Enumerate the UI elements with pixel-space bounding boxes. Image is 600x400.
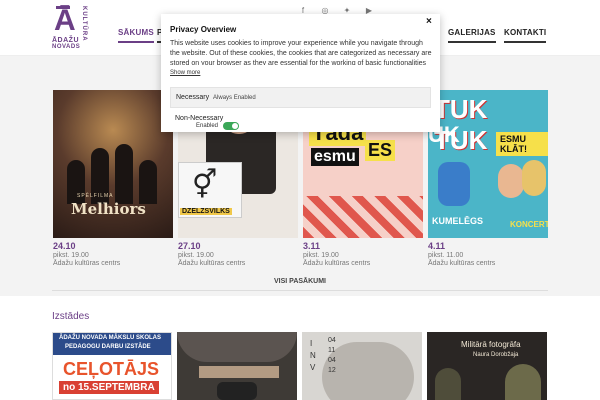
exhibition-face <box>199 366 279 378</box>
privacy-title: Privacy Overview <box>170 25 237 34</box>
necessary-status: Always Enabled <box>213 95 256 101</box>
event-venue: Ādažu kultūras centrs <box>428 260 496 267</box>
event-venue: Ādažu kultūras centrs <box>178 260 246 267</box>
exhibition-date: no 15.SEPTEMBRA <box>59 381 159 394</box>
poster-person <box>522 160 546 196</box>
non-necessary-toggle[interactable] <box>223 122 239 130</box>
all-events-link[interactable]: VISI PASĀKUMI <box>0 278 600 285</box>
logo-letter: Ā <box>54 4 76 37</box>
number: 12 <box>328 367 336 374</box>
poster-title: Melhiors <box>71 200 146 218</box>
event-venue: Ādažu kultūras centrs <box>53 260 121 267</box>
show-more-link[interactable]: Show more <box>170 70 200 76</box>
exhibition-author: Naura Dorobžaja <box>473 352 519 358</box>
site-logo[interactable]: Ā KULTŪRA ĀDAŽU NOVADS <box>52 4 104 50</box>
letter: V <box>310 363 316 372</box>
exhibition-bar-text-1: ĀDAŽU NOVADA MĀKSLU SKOLAS <box>59 335 161 341</box>
exhibition-card[interactable]: ĀDAŽU NOVADA MĀKSLU SKOLAS PEDAGOGU DARB… <box>52 332 172 400</box>
nav-galleries[interactable]: GALERIJAS <box>448 28 496 43</box>
poster-character <box>438 162 470 206</box>
event-poster[interactable]: TUK TUK UK ESMU KLĀT! KUMELĒGS KONCERT <box>428 90 548 238</box>
privacy-text: This website uses cookies to improve you… <box>170 40 432 65</box>
logo-line-2: NOVADS <box>52 44 81 50</box>
exhibitions-title: Izstādes <box>52 311 90 322</box>
necessary-label: Necessary Always Enabled <box>176 94 256 101</box>
poster-person <box>498 164 524 198</box>
poster-stripe <box>303 196 423 238</box>
exhibition-title: CEĻOTĀJS <box>63 359 160 379</box>
poster-symbol: ⚥ <box>192 169 218 200</box>
event-time: pikst. 19.00 <box>303 252 339 259</box>
event-time: pikst. 19.00 <box>53 252 89 259</box>
exhibition-figure <box>435 368 461 400</box>
exhibition-gear <box>217 382 257 400</box>
event-poster[interactable]: SPĒLFILMA Melhiors <box>53 90 173 238</box>
poster-title: DZELZSVILKS <box>180 208 232 215</box>
event-venue: Ādažu kultūras centrs <box>303 260 371 267</box>
event-card[interactable]: TUK TUK UK ESMU KLĀT! KUMELĒGS KONCERT 4… <box>428 90 548 267</box>
event-time: pikst. 19.00 <box>178 252 214 259</box>
exhibition-letters: I N V <box>310 338 316 374</box>
exhibition-numbers: 04 11 04 12 <box>328 336 336 376</box>
event-card[interactable]: SPĒLFILMA Melhiors 24.10 pikst. 19.00 Ād… <box>53 90 173 267</box>
non-necessary-label: Non-Necessary <box>175 115 224 122</box>
letter: N <box>310 351 316 360</box>
necessary-cookies-accordion[interactable]: Necessary Always Enabled <box>170 87 431 108</box>
poster-footer: KUMELĒGS <box>432 216 484 226</box>
non-necessary-status: Enabled <box>196 123 219 129</box>
logo-line-1: ĀDAŽU <box>52 37 79 44</box>
nav-home[interactable]: SĀKUMS <box>118 28 154 43</box>
poster-title-2: ES <box>365 140 396 161</box>
exhibition-bar-text-2: PEDAGOGU DARBU IZSTĀDE <box>65 344 151 350</box>
poster-concert: KONCERT <box>510 220 548 229</box>
necessary-title: Necessary <box>176 94 210 101</box>
exhibition-helmet <box>177 332 297 362</box>
number: 11 <box>328 347 336 354</box>
poster-figure <box>115 144 133 204</box>
logo-vertical-text: KULTŪRA <box>81 6 87 42</box>
poster-figure <box>139 160 157 204</box>
event-date: 4.11 <box>428 241 446 251</box>
exhibition-card[interactable] <box>177 332 297 400</box>
event-time: pikst. 11.00 <box>428 252 464 259</box>
exhibition-card[interactable]: Militārā fotogrāfa Naura Dorobžaja <box>427 332 547 400</box>
close-icon[interactable]: × <box>426 16 432 27</box>
poster-title-3: esmu <box>311 148 359 166</box>
number: 04 <box>328 337 336 344</box>
event-date: 27.10 <box>178 241 201 251</box>
exhibition-card[interactable]: I N V 04 11 04 12 <box>302 332 422 400</box>
event-date: 3.11 <box>303 241 321 251</box>
nav-contacts[interactable]: KONTAKTI <box>504 28 547 43</box>
section-divider <box>52 290 548 291</box>
exhibition-title: Militārā fotogrāfa <box>461 340 521 349</box>
toggle-knob <box>232 123 238 129</box>
poster-badge: ESMU KLĀT! <box>496 132 548 156</box>
event-date: 24.10 <box>53 241 76 251</box>
exhibition-figure <box>505 364 541 400</box>
number: 04 <box>328 357 336 364</box>
non-necessary-cookies-accordion[interactable]: Non-Necessary Enabled <box>161 110 440 132</box>
poster-subtitle: SPĒLFILMA <box>77 193 114 199</box>
letter: I <box>310 339 313 348</box>
